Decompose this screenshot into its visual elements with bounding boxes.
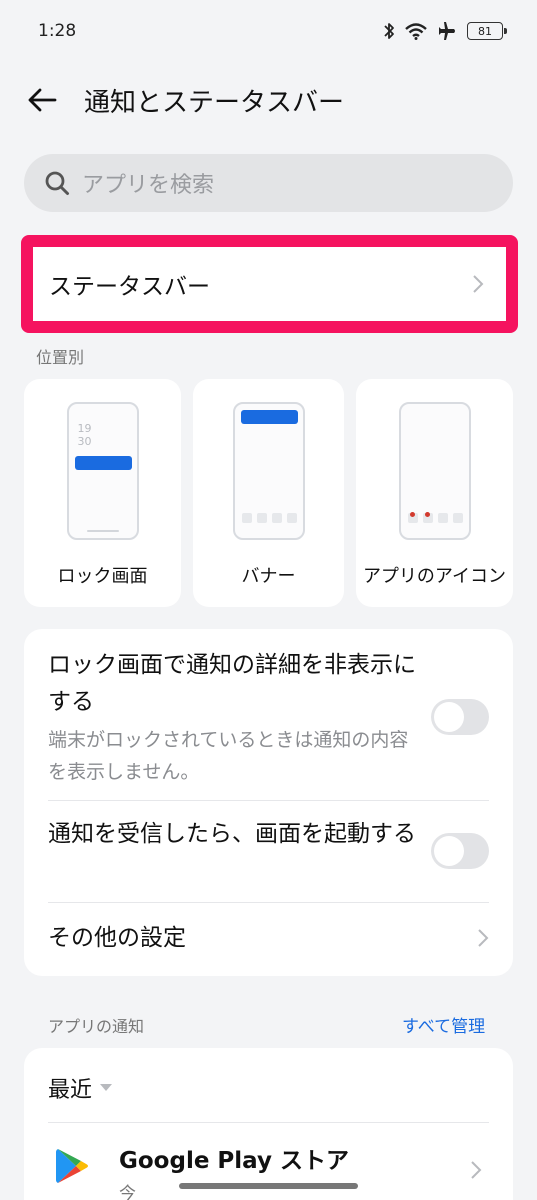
lock-hide-toggle[interactable] (431, 699, 489, 735)
preview-app-dock (241, 513, 297, 523)
airplane-icon (439, 22, 455, 40)
search-icon (45, 171, 69, 195)
chevron-right-icon (478, 929, 489, 947)
lock-screen-card[interactable]: 19 30 ロック画面 (24, 379, 181, 607)
search-input[interactable]: アプリを検索 (24, 154, 513, 212)
preview-clock: 19 30 (78, 422, 92, 448)
app-icon-label: アプリのアイコン (362, 566, 507, 587)
app-name: Google Play ストア (119, 1148, 349, 1174)
position-section-label: 位置別 (36, 348, 85, 367)
lock-hide-setting[interactable]: ロック画面で通知の詳細を非表示にする 端末がロックされているときは通知の内容を表… (48, 647, 418, 788)
wifi-icon (405, 22, 427, 40)
dropdown-triangle-icon (100, 1084, 113, 1091)
back-button[interactable] (20, 78, 64, 122)
chevron-right-icon (473, 275, 484, 293)
battery-icon: 81 (467, 22, 507, 40)
wake-screen-toggle[interactable] (431, 833, 489, 869)
chevron-right-icon (471, 1161, 482, 1179)
preview-banner-bar (240, 410, 298, 424)
status-bar-row-label: ステータスバー (49, 274, 210, 300)
preview-notification-bar (74, 456, 132, 470)
banner-card[interactable]: バナー (193, 379, 344, 607)
other-settings-row[interactable]: その他の設定 (48, 903, 489, 973)
back-arrow-icon (28, 88, 57, 112)
preview-clock-hour: 19 (77, 422, 92, 435)
lock-hide-title: ロック画面で通知の詳細を非表示にする (48, 652, 416, 715)
other-settings-label: その他の設定 (48, 924, 186, 951)
manage-all-link[interactable]: すべて管理 (402, 1012, 485, 1037)
status-icons: 81 (383, 22, 507, 40)
app-header: 通知とステータスバー (0, 70, 537, 130)
preview-home-bar (86, 530, 119, 532)
wake-screen-setting[interactable]: 通知を受信したら、画面を起動する (48, 816, 418, 853)
status-bar: 1:28 81 (0, 0, 537, 62)
preview-app-icons (407, 512, 463, 523)
google-play-icon (56, 1149, 88, 1183)
sort-label: 最近 (48, 1078, 93, 1103)
wake-screen-title: 通知を受信したら、画面を起動する (48, 821, 416, 847)
banner-preview (232, 402, 305, 540)
divider (48, 800, 489, 801)
notification-settings-card: ロック画面で通知の詳細を非表示にする 端末がロックされているときは通知の内容を表… (24, 629, 513, 976)
home-indicator[interactable] (179, 1183, 358, 1189)
sort-dropdown[interactable]: 最近 (48, 1072, 113, 1104)
status-time: 1:28 (38, 21, 77, 41)
app-notification-time: 今 (119, 1184, 136, 1200)
app-icon-preview (398, 402, 471, 540)
battery-level: 81 (478, 24, 492, 38)
banner-label: バナー (241, 566, 296, 587)
app-icon-card[interactable]: アプリのアイコン (356, 379, 513, 607)
preview-clock-minute: 30 (77, 435, 92, 448)
search-placeholder: アプリを検索 (82, 173, 215, 198)
app-notifications-label: アプリの通知 (48, 1017, 145, 1036)
page-title: 通知とステータスバー (84, 87, 345, 118)
status-bar-settings-row[interactable]: ステータスバー (21, 235, 518, 333)
app-notifications-card: 最近 Google Play ストア 今 (24, 1048, 513, 1200)
bluetooth-icon (384, 23, 394, 39)
lock-screen-preview: 19 30 (66, 402, 139, 540)
lock-hide-description: 端末がロックされているときは通知の内容を表示しません。 (48, 729, 409, 783)
lock-screen-label: ロック画面 (57, 566, 148, 587)
